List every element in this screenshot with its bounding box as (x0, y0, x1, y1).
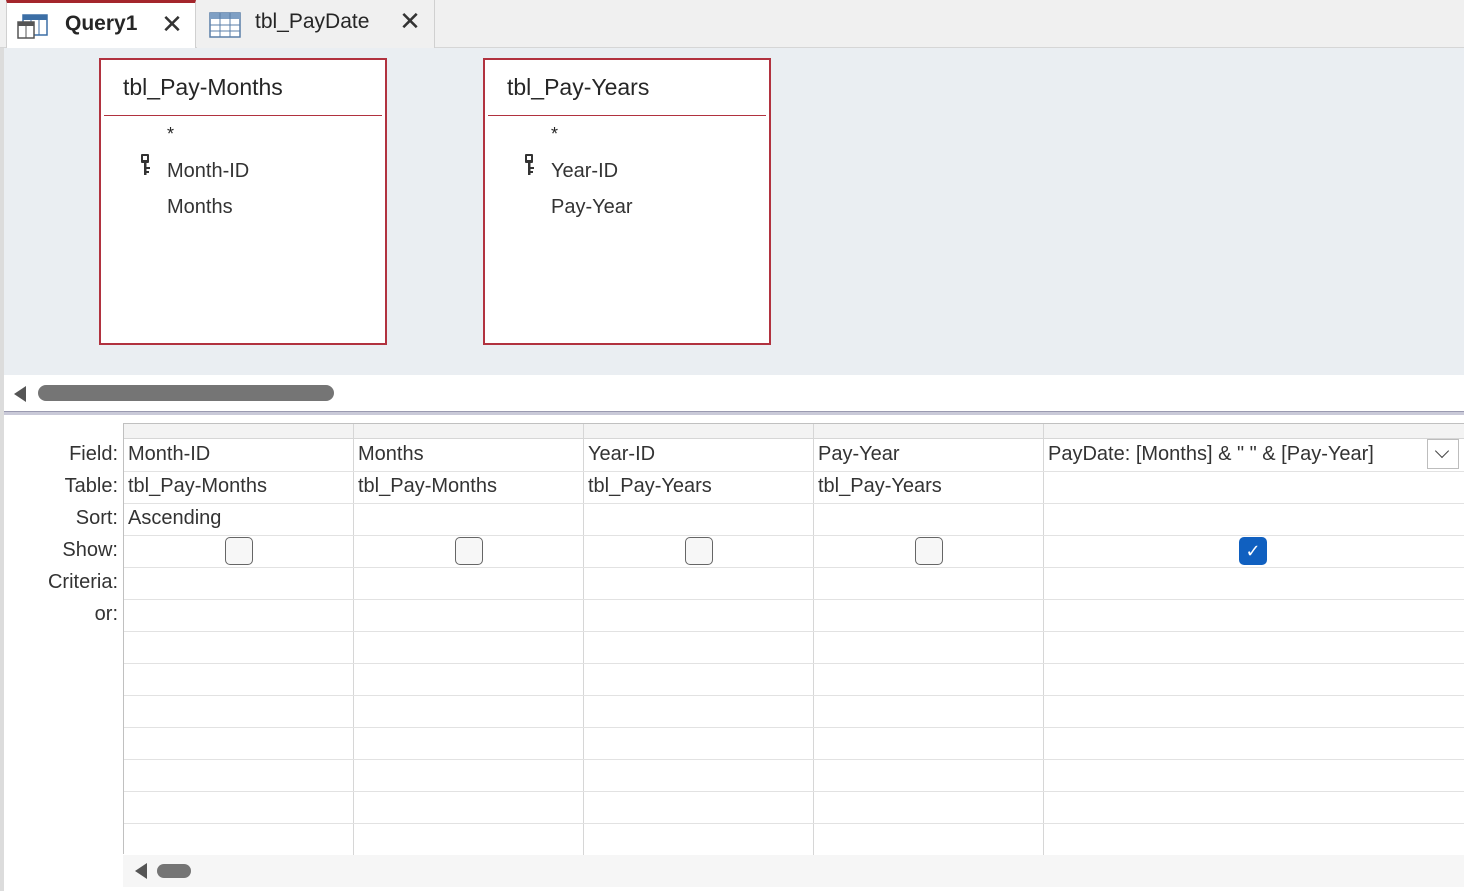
document-tab-bar: Query1 ✕ tbl_PayDate ✕ (0, 0, 1464, 49)
grid-field-cell[interactable]: PayDate: [Months] & " " & [Pay-Year] (1048, 443, 1374, 466)
row-label-field: Field: (69, 443, 118, 465)
row-divider (124, 695, 1464, 696)
row-divider (124, 471, 1464, 472)
field-item-months[interactable]: Months (167, 196, 233, 219)
show-checkbox-checked[interactable]: ✓ (1239, 537, 1267, 565)
field-list-tbl-pay-years[interactable]: tbl_Pay-Years * Year-ID Pay-Year (483, 58, 771, 345)
tab-query1[interactable]: Query1 ✕ (6, 0, 196, 49)
divider (488, 115, 766, 116)
field-list-title: tbl_Pay-Months (123, 74, 283, 100)
tab-label: Query1 (65, 12, 138, 35)
grid-table-cell[interactable]: tbl_Pay-Years (588, 475, 712, 498)
field-item-pay-year[interactable]: Pay-Year (551, 196, 633, 219)
grid-horizontal-scrollbar[interactable] (123, 855, 1464, 887)
tab-label: tbl_PayDate (255, 10, 370, 33)
field-dropdown-button[interactable] (1427, 439, 1459, 469)
row-divider (124, 759, 1464, 760)
divider (104, 115, 382, 116)
chevron-down-icon (1434, 443, 1450, 459)
field-item-year-id[interactable]: Year-ID (551, 160, 618, 183)
grid-sort-cell[interactable]: Ascending (128, 507, 221, 530)
column-selectors[interactable] (124, 424, 1464, 439)
scrollbar-thumb[interactable] (38, 385, 334, 401)
scrollbar-thumb[interactable] (157, 864, 191, 878)
field-item-month-id[interactable]: Month-ID (167, 160, 249, 183)
close-icon[interactable]: ✕ (159, 11, 185, 37)
grid-table-cell[interactable]: tbl_Pay-Months (358, 475, 497, 498)
grid-field-cell[interactable]: Pay-Year (818, 443, 900, 466)
show-checkbox[interactable] (225, 537, 253, 565)
primary-key-icon (141, 154, 150, 175)
show-checkbox[interactable] (915, 537, 943, 565)
row-label-show: Show: (62, 539, 118, 561)
grid-field-cell[interactable]: Year-ID (588, 443, 655, 466)
primary-key-icon (525, 154, 534, 175)
row-divider (124, 535, 1464, 536)
grid-field-cell[interactable]: Months (358, 443, 424, 466)
design-grid (123, 423, 1464, 855)
row-label-sort: Sort: (75, 507, 118, 529)
close-icon[interactable]: ✕ (397, 8, 423, 34)
query-design-pane: tbl_Pay-Months * Month-ID Months tbl_Pay… (4, 48, 1464, 375)
grid-table-cell[interactable]: tbl_Pay-Years (818, 475, 942, 498)
row-divider (124, 823, 1464, 824)
row-divider (124, 727, 1464, 728)
table-icon (209, 12, 241, 38)
row-divider (124, 663, 1464, 664)
row-divider (124, 631, 1464, 632)
show-checkbox[interactable] (685, 537, 713, 565)
design-pane-horizontal-scrollbar[interactable] (4, 375, 1464, 411)
field-list-title: tbl_Pay-Years (507, 74, 650, 100)
show-checkbox[interactable] (455, 537, 483, 565)
scroll-left-icon[interactable] (14, 386, 26, 402)
row-divider (124, 599, 1464, 600)
grid-field-cell[interactable]: Month-ID (128, 443, 210, 466)
row-divider (124, 567, 1464, 568)
query-icon (17, 14, 48, 39)
row-divider (124, 791, 1464, 792)
field-list-tbl-pay-months[interactable]: tbl_Pay-Months * Month-ID Months (99, 58, 387, 345)
all-fields-item[interactable]: * (167, 124, 174, 145)
row-divider (124, 503, 1464, 504)
grid-table-cell[interactable]: tbl_Pay-Months (128, 475, 267, 498)
row-label-table: Table: (64, 475, 118, 497)
row-label-criteria: Criteria: (47, 571, 118, 593)
all-fields-item[interactable]: * (551, 124, 558, 145)
tab-tbl-paydate[interactable]: tbl_PayDate ✕ (197, 0, 435, 48)
row-label-or: or: (94, 603, 118, 625)
scroll-left-icon[interactable] (135, 863, 147, 879)
